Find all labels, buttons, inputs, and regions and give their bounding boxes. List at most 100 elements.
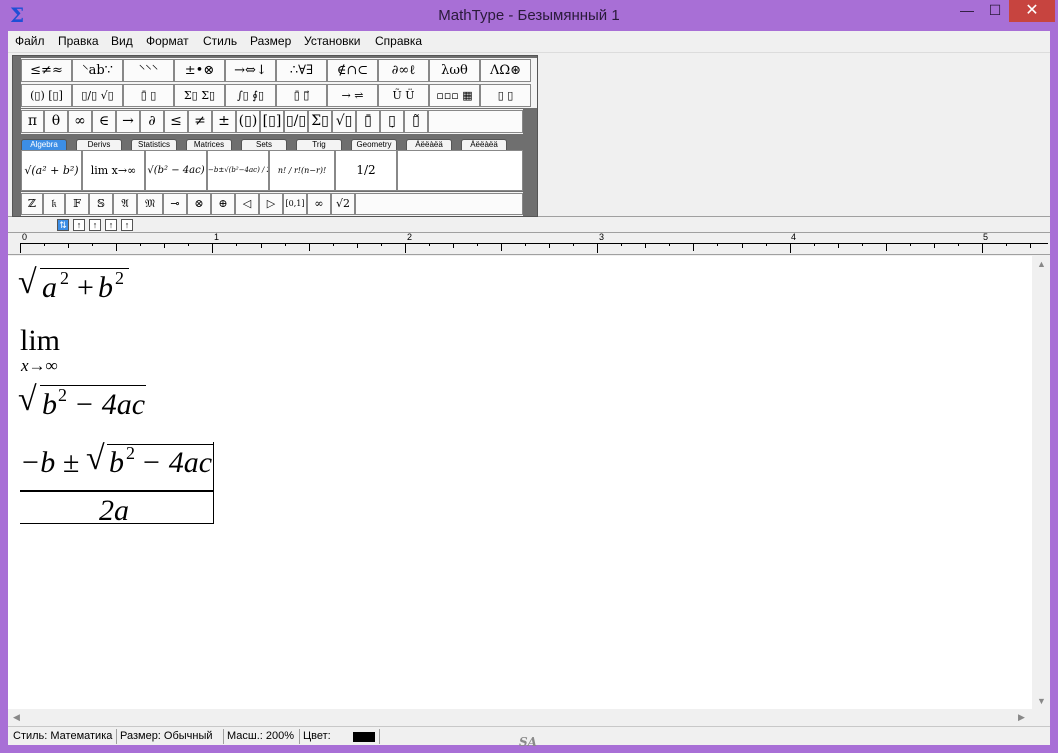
eq4-neg-b-pm: −b ± <box>20 446 80 479</box>
template-discriminant[interactable]: √(b² − 4ac) <box>145 150 207 191</box>
double-s-button[interactable]: 𝕊 <box>89 193 113 215</box>
sets-palette-button[interactable]: ∉∩⊂ <box>327 59 378 82</box>
title-bar[interactable]: Σ MathType - Безымянный 1 — ☐ ✕ <box>0 0 1058 31</box>
template-limit[interactable]: lim x→∞ <box>82 150 145 191</box>
ruler-tick <box>765 243 767 246</box>
tab-sets[interactable]: Sets <box>241 139 287 150</box>
scroll-left-arrow-icon[interactable]: ◀ <box>13 712 20 723</box>
labeled-arrow-palette-button[interactable]: → ⇌ <box>327 84 378 107</box>
products-palette-button[interactable]: Ũ Ü <box>378 84 429 107</box>
integral-palette-button[interactable]: ∫▯ ∮▯ <box>225 84 276 107</box>
left-triangle-button[interactable]: ◁ <box>235 193 259 215</box>
menu-help[interactable]: Справка <box>375 34 422 48</box>
scroll-down-arrow-icon[interactable]: ▼ <box>1037 696 1046 706</box>
partial-button[interactable]: ∂ <box>140 110 164 133</box>
ruler-tick <box>933 243 935 248</box>
fraktur-k-button[interactable]: 𝔨 <box>43 193 65 215</box>
box-palette-button[interactable]: ▯ ▯ <box>480 84 531 107</box>
plus-minus-button[interactable]: ± <box>212 110 236 133</box>
subscript-button[interactable]: ▯̣ <box>380 110 404 133</box>
tab-algebra[interactable]: Algebra <box>21 139 67 150</box>
menu-format[interactable]: Формат <box>146 34 189 48</box>
spaces-palette-button[interactable]: ⸌ab∵ <box>72 59 123 82</box>
fences-palette-button[interactable]: (▯) [▯] <box>21 84 72 107</box>
relations-palette-button[interactable]: ≤≠≈ <box>21 59 72 82</box>
circled-plus-button[interactable]: ⊕ <box>211 193 235 215</box>
tab-geometry[interactable]: Geometry <box>351 139 397 150</box>
right-arrow-button[interactable]: → <box>116 110 140 133</box>
scroll-right-arrow-icon[interactable]: ▶ <box>1018 712 1025 723</box>
nudge-up-button-1[interactable]: ↑ <box>73 219 85 231</box>
close-button[interactable]: ✕ <box>1009 0 1055 22</box>
menu-preferences[interactable]: Установки <box>304 34 360 48</box>
embellishments-palette-button[interactable]: ⸌⸌⸌ <box>123 59 174 82</box>
menu-size[interactable]: Размер <box>250 34 291 48</box>
template-pythagoras[interactable]: √(a² + b²) <box>21 150 82 191</box>
ruler-tick <box>957 243 959 246</box>
double-z-button[interactable]: ℤ <box>21 193 43 215</box>
script-palette-button[interactable]: ▯̄ ▯ <box>123 84 174 107</box>
menu-style[interactable]: Стиль <box>203 34 237 48</box>
nudge-up-button-4[interactable]: ↑ <box>121 219 133 231</box>
logic-palette-button[interactable]: ∴∀∃ <box>276 59 327 82</box>
nudge-up-button-3[interactable]: ↑ <box>105 219 117 231</box>
infinity-button[interactable]: ∞ <box>68 110 92 133</box>
status-style: Стиль: Математика <box>10 729 117 744</box>
brackets-button[interactable]: [▯] <box>260 110 284 133</box>
tab-statistics[interactable]: Statistics <box>131 139 177 150</box>
less-equal-button[interactable]: ≤ <box>164 110 188 133</box>
sqrt-two-button[interactable]: √2 <box>331 193 355 215</box>
summation-button[interactable]: Σ▯ <box>308 110 332 133</box>
minimize-button[interactable]: — <box>955 0 979 22</box>
tab-derivs[interactable]: Derivs <box>76 139 122 150</box>
fraktur-a-button[interactable]: 𝔄 <box>113 193 137 215</box>
tab-trig[interactable]: Trig <box>296 139 342 150</box>
ruler-tick <box>789 243 791 253</box>
sub-superscript-button[interactable]: ▯̃ <box>404 110 428 133</box>
fraktur-m-button[interactable]: 𝔐 <box>137 193 163 215</box>
interval-button[interactable]: [0,1] <box>283 193 307 215</box>
theta-button[interactable]: θ <box>44 110 68 133</box>
horizontal-scrollbar[interactable]: ◀ ▶ <box>8 709 1050 726</box>
template-half[interactable]: 1/2 <box>335 150 397 191</box>
right-triangle-button[interactable]: ▷ <box>259 193 283 215</box>
ruler[interactable]: 0 1 2 3 4 5 <box>8 232 1050 255</box>
bar-arrow-palette-button[interactable]: ▯̄ ▯⃗ <box>276 84 327 107</box>
not-equal-button[interactable]: ≠ <box>188 110 212 133</box>
menu-edit[interactable]: Правка <box>58 34 99 48</box>
tab-matrices[interactable]: Matrices <box>186 139 232 150</box>
circled-times-button[interactable]: ⊗ <box>187 193 211 215</box>
template-binomial[interactable]: n! / r!(n−r)! <box>269 150 335 191</box>
nudge-up-button-2[interactable]: ↑ <box>89 219 101 231</box>
double-f-button[interactable]: 𝔽 <box>65 193 89 215</box>
scroll-up-arrow-icon[interactable]: ▲ <box>1037 259 1046 269</box>
parentheses-button[interactable]: (▯) <box>236 110 260 133</box>
arrows-palette-button[interactable]: →⇔↓ <box>225 59 276 82</box>
template-empty-slot <box>397 150 523 191</box>
element-of-button[interactable]: ∈ <box>92 110 116 133</box>
radical-button[interactable]: √▯ <box>332 110 356 133</box>
menu-view[interactable]: Вид <box>111 34 133 48</box>
infinity-small-button[interactable]: ∞ <box>307 193 331 215</box>
matrix-palette-button[interactable]: ▫▫▫ ▦ <box>429 84 480 107</box>
fraction-radical-palette-button[interactable]: ▯/▯ √▯ <box>72 84 123 107</box>
summation-palette-button[interactable]: Σ▯ Σ▯ <box>174 84 225 107</box>
misc-palette-button[interactable]: ∂∞ℓ <box>378 59 429 82</box>
maximize-button[interactable]: ☐ <box>983 0 1007 22</box>
tab-custom-2[interactable]: Àëëàëä <box>461 139 507 150</box>
superscript-button[interactable]: ▯̄ <box>356 110 380 133</box>
editor-canvas[interactable]: √ a 2 + b 2 lim x→∞ √ b 2 − 4ac −b ± √ b… <box>8 256 1032 709</box>
eq1-exp-b: 2 <box>115 268 124 288</box>
multimap-button[interactable]: ⊸ <box>163 193 187 215</box>
menu-file[interactable]: Файл <box>15 34 45 48</box>
greek-lower-palette-button[interactable]: λωθ <box>429 59 480 82</box>
nudge-toggle-button[interactable]: ⇅ <box>57 219 69 231</box>
vertical-scrollbar[interactable]: ▲ ▼ <box>1032 256 1050 709</box>
tab-custom-1[interactable]: Àëëàëä <box>406 139 452 150</box>
fraction-button[interactable]: ▯/▯ <box>284 110 308 133</box>
equation-editor[interactable]: √ a 2 + b 2 lim x→∞ √ b 2 − 4ac −b ± √ b… <box>8 256 1050 726</box>
greek-upper-palette-button[interactable]: ΛΩ⊛ <box>480 59 531 82</box>
pi-button[interactable]: π <box>21 110 44 133</box>
template-quadratic[interactable]: −b±√(b²−4ac) / 2a <box>207 150 269 191</box>
operators-palette-button[interactable]: ±•⊗ <box>174 59 225 82</box>
